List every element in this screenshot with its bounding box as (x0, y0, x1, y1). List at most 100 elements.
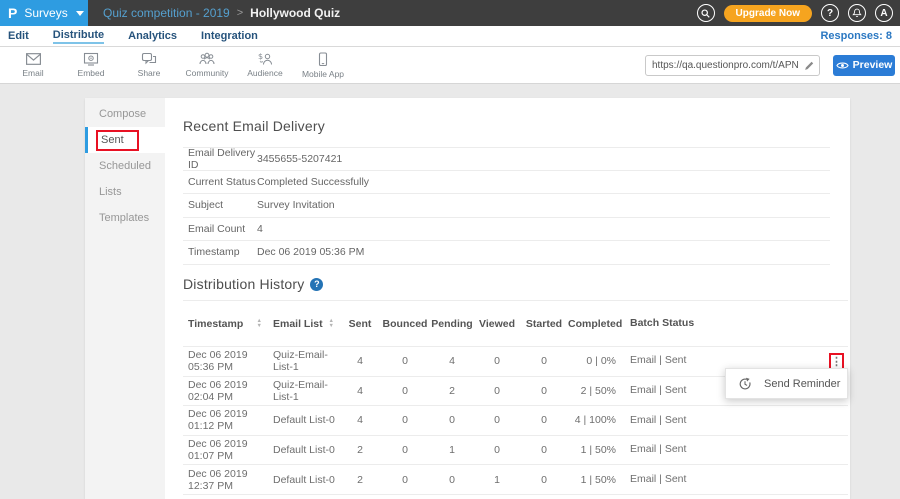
cell-bounced: 0 (380, 385, 430, 397)
cell-sent: 2 (340, 474, 380, 486)
tab-distribute[interactable]: Distribute (53, 29, 104, 44)
surveys-menu[interactable]: P Surveys (0, 0, 88, 26)
cell-started: 0 (520, 385, 568, 397)
channel-label: Email (22, 68, 43, 78)
recent-delivery-table: Email Delivery ID3455655-5207421 Current… (183, 147, 830, 265)
content-card: Compose Sent Scheduled Lists Templates R… (85, 98, 850, 499)
kv-row: SubjectSurvey Invitation (183, 194, 830, 218)
sidebar-item-templates[interactable]: Templates (85, 205, 165, 231)
cell-batch-status: Email | Sent (616, 354, 696, 368)
channel-community[interactable]: Community (178, 52, 236, 79)
kv-value: 4 (257, 223, 263, 235)
survey-nav: Edit Distribute Analytics Integration Re… (0, 26, 900, 47)
breadcrumb-folder[interactable]: Quiz competition - 2019 (103, 6, 230, 20)
history-header-row: Timestamp▲▼ Email List▲▼ Sent Bounced Pe… (183, 300, 848, 347)
channel-label: Embed (78, 68, 105, 78)
cell-completed: 1 | 50% (568, 474, 616, 486)
kv-row: TimestampDec 06 2019 05:36 PM (183, 241, 830, 265)
responses-count[interactable]: Responses: 8 (820, 30, 900, 42)
kv-value: Dec 06 2019 05:36 PM (257, 246, 364, 258)
cell-started: 0 (520, 474, 568, 486)
channel-label: Mobile App (302, 69, 344, 79)
main-panel: Recent Email Delivery Email Delivery ID3… (165, 98, 850, 499)
product-label: Surveys (24, 6, 67, 20)
channel-audience[interactable]: $ Audience (236, 52, 294, 79)
help-tooltip-icon[interactable]: ? (310, 278, 323, 291)
upgrade-now-button[interactable]: Upgrade Now (724, 5, 812, 22)
tab-integration[interactable]: Integration (201, 30, 258, 43)
cell-bounced: 0 (380, 414, 430, 426)
sidebar-item-compose[interactable]: Compose (85, 101, 165, 127)
sidebar-item-label: Lists (99, 186, 122, 198)
preview-label: Preview (853, 59, 893, 71)
account-avatar[interactable]: A (875, 4, 893, 22)
recent-delivery-title: Recent Email Delivery (183, 118, 325, 134)
search-button[interactable] (697, 4, 715, 22)
cell-viewed: 0 (474, 444, 520, 456)
cell-completed: 1 | 50% (568, 444, 616, 456)
sidebar-item-sent[interactable]: Sent (85, 127, 165, 153)
share-icon (141, 52, 157, 66)
cell-sent: 4 (340, 385, 380, 397)
audience-icon: $ (257, 52, 274, 66)
col-batch-status: Batch Status (616, 317, 696, 331)
send-reminder-item[interactable]: Send Reminder (764, 378, 840, 390)
channel-email[interactable]: Email (4, 52, 62, 79)
cell-email-list: Default List-0 (268, 444, 340, 456)
channel-embed[interactable]: Embed (62, 52, 120, 79)
cell-timestamp: Dec 06 2019 01:07 PM (183, 438, 268, 462)
distribution-history-title: Distribution History ? (183, 276, 323, 292)
col-timestamp: Timestamp (188, 318, 243, 330)
cell-viewed: 0 (474, 385, 520, 397)
survey-url-input[interactable] (645, 55, 820, 76)
kv-value: Completed Successfully (257, 176, 369, 188)
questionpro-logo: P (8, 6, 17, 20)
svg-text:$: $ (258, 52, 263, 61)
embed-icon (83, 52, 99, 66)
channel-label: Community (186, 68, 229, 78)
kv-label: Email Count (183, 223, 257, 235)
kv-value: 3455655-5207421 (257, 153, 342, 165)
channel-share[interactable]: Share (120, 52, 178, 79)
cell-viewed: 0 (474, 414, 520, 426)
notifications-button[interactable] (848, 4, 866, 22)
chevron-down-icon (76, 11, 84, 16)
kv-label: Timestamp (183, 246, 257, 258)
survey-url-group: Preview (645, 55, 900, 76)
sidebar-item-lists[interactable]: Lists (85, 179, 165, 205)
top-bar: P Surveys Quiz competition - 2019 > Holl… (0, 0, 900, 26)
preview-button[interactable]: Preview (833, 55, 895, 76)
breadcrumb-survey-name: Hollywood Quiz (250, 6, 340, 20)
kv-row: Email Count4 (183, 218, 830, 242)
kv-value: Survey Invitation (257, 199, 335, 211)
tab-edit[interactable]: Edit (8, 30, 29, 43)
cell-started: 0 (520, 414, 568, 426)
cell-sent: 4 (340, 414, 380, 426)
breadcrumb: Quiz competition - 2019 > Hollywood Quiz (103, 6, 340, 20)
cell-pending: 2 (430, 385, 474, 397)
col-email-list: Email List (273, 318, 323, 330)
channel-mobile-app[interactable]: Mobile App (294, 52, 352, 79)
cell-bounced: 0 (380, 355, 430, 367)
col-completed: Completed (568, 318, 616, 330)
sort-icon[interactable]: ▲▼ (257, 319, 262, 328)
cell-email-list: Default List-0 (268, 474, 340, 486)
bell-icon (852, 8, 862, 18)
email-sidebar: Compose Sent Scheduled Lists Templates (85, 98, 165, 499)
tab-analytics[interactable]: Analytics (128, 30, 177, 43)
cell-completed: 2 | 50% (568, 385, 616, 397)
row-actions-menu: Send Reminder (725, 368, 848, 399)
cell-bounced: 0 (380, 444, 430, 456)
sidebar-item-scheduled[interactable]: Scheduled (85, 153, 165, 179)
cell-timestamp: Dec 06 2019 05:36 PM (183, 349, 268, 373)
sidebar-item-label: Compose (99, 108, 146, 120)
col-bounced: Bounced (380, 318, 430, 330)
cell-started: 0 (520, 355, 568, 367)
sort-icon[interactable]: ▲▼ (329, 319, 334, 328)
cell-batch-status: Email | Sent (616, 443, 696, 457)
distribution-history-label: Distribution History (183, 276, 304, 292)
cell-batch-status: Email | Sent (616, 414, 696, 428)
help-button[interactable]: ? (821, 4, 839, 22)
kv-label: Current Status (183, 176, 257, 188)
edit-url-icon[interactable] (803, 59, 815, 77)
